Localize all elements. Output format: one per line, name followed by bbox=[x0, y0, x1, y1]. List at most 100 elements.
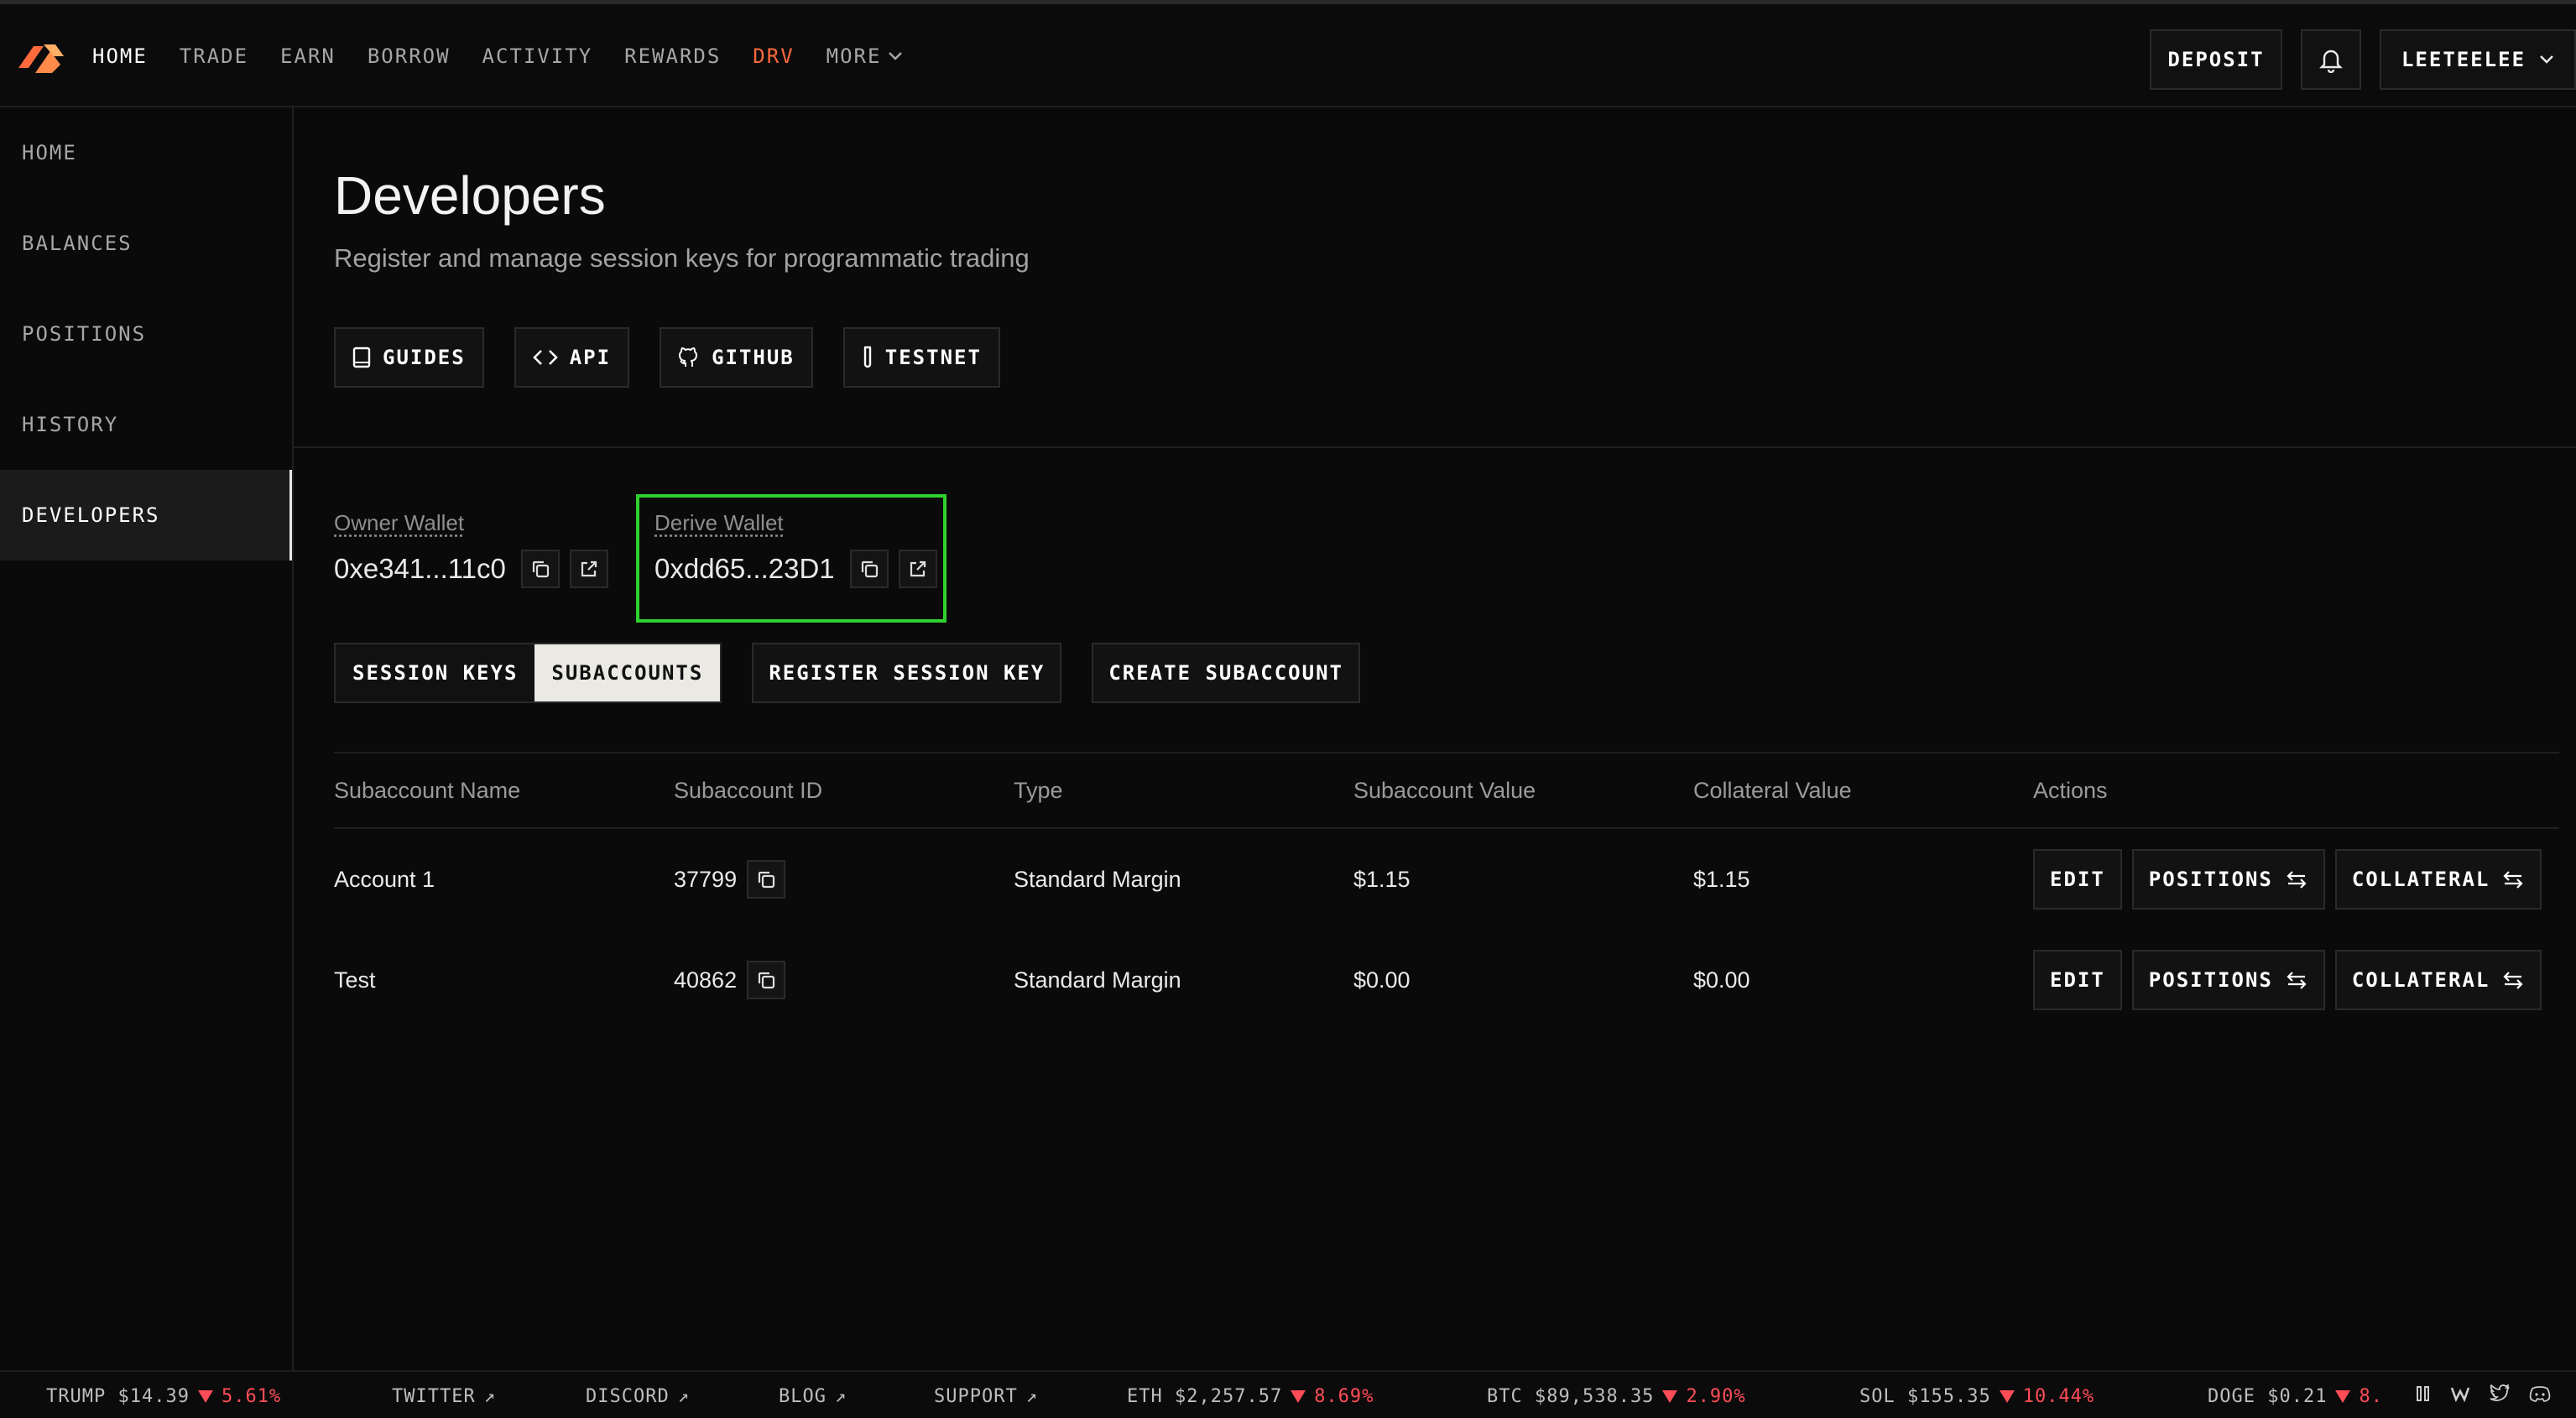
mirror-icon[interactable] bbox=[2450, 1385, 2470, 1402]
ticker-btc[interactable]: BTC $89,538.35 2.90% bbox=[1487, 1386, 1746, 1407]
tab-subaccounts[interactable]: SUBACCOUNTS bbox=[534, 644, 721, 701]
header-actions: Actions bbox=[2033, 777, 2108, 803]
github-button[interactable]: GITHUB bbox=[660, 327, 813, 388]
subaccount-id-cell: 37799 bbox=[674, 860, 1014, 899]
edit-button[interactable]: EDIT bbox=[2033, 849, 2122, 910]
subaccount-id-cell: 40862 bbox=[674, 961, 1014, 999]
down-arrow-icon bbox=[1291, 1390, 1306, 1403]
chevron-down-icon bbox=[889, 52, 903, 60]
open-owner-explorer-button[interactable] bbox=[569, 550, 608, 588]
copy-subaccount-id-button[interactable] bbox=[747, 961, 786, 999]
nav-earn[interactable]: EARN bbox=[280, 44, 336, 68]
account-menu-button[interactable]: LEETEELEE bbox=[2380, 29, 2576, 90]
sidebar-item-balances[interactable]: BALANCES bbox=[0, 198, 292, 289]
row-actions: EDIT POSITIONS COLLATERAL bbox=[2033, 849, 2559, 910]
github-label: GITHUB bbox=[712, 346, 795, 369]
positions-transfer-button[interactable]: POSITIONS bbox=[2131, 849, 2325, 910]
api-button[interactable]: API bbox=[514, 327, 630, 388]
transfer-arrows-icon bbox=[2287, 972, 2307, 989]
twitter-link[interactable]: TWITTER ↗ bbox=[392, 1386, 496, 1407]
collateral-transfer-button[interactable]: COLLATERAL bbox=[2334, 849, 2542, 910]
arrow-up-right-icon: ↗ bbox=[483, 1386, 496, 1407]
down-arrow-icon bbox=[1662, 1390, 1678, 1403]
nav-drv[interactable]: DRV bbox=[753, 44, 794, 68]
nav-home[interactable]: HOME bbox=[92, 44, 148, 68]
table-row: Test 40862 Standard Margin $0.00 $0.00 E… bbox=[334, 930, 2559, 1030]
copy-icon bbox=[532, 560, 549, 578]
nav-rewards[interactable]: REWARDS bbox=[624, 44, 721, 68]
book-icon bbox=[352, 347, 371, 368]
down-arrow-icon bbox=[197, 1390, 213, 1403]
subaccount-name: Account 1 bbox=[334, 866, 435, 892]
header-subaccount-name: Subaccount Name bbox=[334, 777, 521, 803]
pause-icon[interactable] bbox=[2415, 1384, 2432, 1403]
notifications-button[interactable] bbox=[2301, 29, 2361, 90]
support-link[interactable]: SUPPORT ↗ bbox=[934, 1386, 1038, 1407]
ticker-doge[interactable]: DOGE $0.21 8. bbox=[2208, 1386, 2383, 1407]
testnet-button[interactable]: TESTNET bbox=[842, 327, 1000, 388]
twitter-label: TWITTER bbox=[392, 1386, 476, 1407]
subaccounts-table: Subaccount Name Subaccount ID Type Subac… bbox=[334, 752, 2559, 1030]
sidebar-item-home[interactable]: HOME bbox=[0, 107, 292, 198]
header-collateral-value: Collateral Value bbox=[1693, 777, 1852, 803]
account-name: LEETEELEE bbox=[2401, 48, 2526, 71]
register-session-key-button[interactable]: REGISTER SESSION KEY bbox=[752, 643, 1062, 703]
nav-borrow[interactable]: BORROW bbox=[368, 44, 451, 68]
chevron-down-icon bbox=[2540, 55, 2553, 64]
arrow-up-right-icon: ↗ bbox=[677, 1386, 690, 1407]
derive-logo[interactable] bbox=[18, 39, 65, 78]
tab-session-keys[interactable]: SESSION KEYS bbox=[336, 644, 535, 701]
arrow-up-right-icon: ↗ bbox=[834, 1386, 847, 1407]
testnet-label: TESTNET bbox=[884, 346, 982, 369]
nav-activity[interactable]: ACTIVITY bbox=[482, 44, 593, 68]
sidebar-item-developers[interactable]: DEVELOPERS bbox=[0, 470, 292, 560]
page-subtitle: Register and manage session keys for pro… bbox=[334, 243, 1030, 273]
ticker-eth-price: ETH $2,257.57 bbox=[1127, 1386, 1283, 1407]
view-toggle: SESSION KEYS SUBACCOUNTS bbox=[334, 643, 722, 703]
ticker-btc-change: 2.90% bbox=[1686, 1386, 1746, 1407]
nav-more-label: MORE bbox=[826, 44, 882, 68]
copy-subaccount-id-button[interactable] bbox=[747, 860, 786, 899]
edit-button[interactable]: EDIT bbox=[2033, 950, 2122, 1010]
ticker-trump[interactable]: TRUMP $14.39 5.61% bbox=[46, 1386, 281, 1407]
top-navbar: HOME TRADE EARN BORROW ACTIVITY REWARDS … bbox=[0, 0, 2576, 107]
discord-icon[interactable] bbox=[2529, 1385, 2551, 1402]
collateral-label: COLLATERAL bbox=[2351, 968, 2490, 992]
discord-link[interactable]: DISCORD ↗ bbox=[586, 1386, 690, 1407]
discord-label: DISCORD bbox=[586, 1386, 670, 1407]
subaccount-value: $0.00 bbox=[1353, 967, 1411, 993]
copy-icon bbox=[758, 972, 775, 989]
create-subaccount-button[interactable]: CREATE SUBACCOUNT bbox=[1092, 643, 1360, 703]
collateral-transfer-button[interactable]: COLLATERAL bbox=[2334, 950, 2542, 1010]
ticker-eth-change: 8.69% bbox=[1314, 1386, 1374, 1407]
guides-button[interactable]: GUIDES bbox=[334, 327, 484, 388]
owner-wallet: Owner Wallet 0xe341...11c0 bbox=[334, 510, 608, 588]
owner-wallet-label: Owner Wallet bbox=[334, 510, 465, 535]
api-label: API bbox=[569, 346, 612, 369]
positions-transfer-button[interactable]: POSITIONS bbox=[2131, 950, 2325, 1010]
price-ticker: TRUMP $14.39 5.61% TWITTER ↗ DISCORD ↗ B… bbox=[0, 1370, 2576, 1418]
subaccount-type: Standard Margin bbox=[1014, 967, 1181, 993]
ticker-sol[interactable]: SOL $155.35 10.44% bbox=[1859, 1386, 2094, 1407]
twitter-icon[interactable] bbox=[2489, 1384, 2511, 1403]
ticker-trump-change: 5.61% bbox=[221, 1386, 282, 1407]
sidebar-item-history[interactable]: HISTORY bbox=[0, 379, 292, 470]
subaccount-id: 37799 bbox=[674, 866, 738, 892]
down-arrow-icon bbox=[2335, 1390, 2351, 1403]
positions-label: POSITIONS bbox=[2148, 868, 2273, 891]
nav-trade[interactable]: TRADE bbox=[180, 44, 248, 68]
blog-label: BLOG bbox=[779, 1386, 827, 1407]
sidebar-item-positions[interactable]: POSITIONS bbox=[0, 289, 292, 379]
down-arrow-icon bbox=[1999, 1390, 2015, 1403]
ticker-doge-change: 8. bbox=[2359, 1386, 2383, 1407]
subaccount-type: Standard Margin bbox=[1014, 866, 1181, 892]
blog-link[interactable]: BLOG ↗ bbox=[779, 1386, 847, 1407]
deposit-button[interactable]: DEPOSIT bbox=[2150, 29, 2282, 90]
ticker-eth[interactable]: ETH $2,257.57 8.69% bbox=[1127, 1386, 1374, 1407]
copy-owner-address-button[interactable] bbox=[520, 550, 560, 588]
transfer-arrows-icon bbox=[2287, 871, 2307, 889]
sidebar: HOME BALANCES POSITIONS HISTORY DEVELOPE… bbox=[0, 107, 294, 1370]
arrow-up-right-icon: ↗ bbox=[1025, 1386, 1038, 1407]
derive-wallet-highlight-box bbox=[636, 494, 946, 623]
nav-more[interactable]: MORE bbox=[827, 44, 904, 68]
